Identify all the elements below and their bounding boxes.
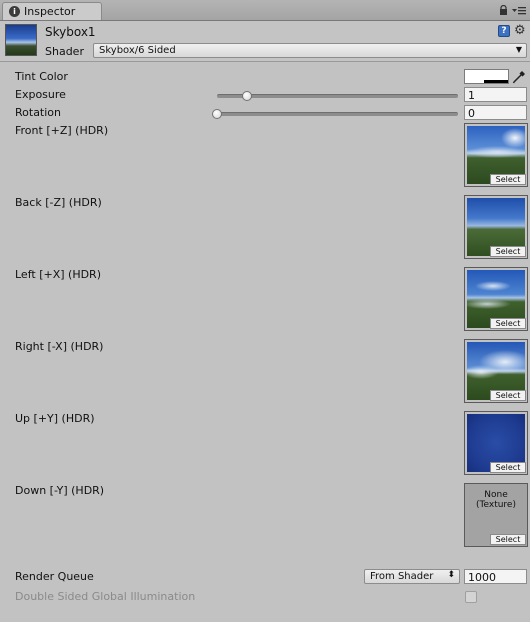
exposure-label: Exposure <box>15 88 66 101</box>
help-book-icon[interactable]: ? <box>498 25 510 37</box>
double-sided-gi-label: Double Sided Global Illumination <box>15 590 196 603</box>
tab-inspector-label: Inspector <box>24 5 76 18</box>
shader-label: Shader <box>45 45 84 58</box>
left-select-button[interactable]: Select <box>490 318 526 329</box>
exposure-value: 1 <box>468 89 475 102</box>
back-texture-slot[interactable]: Select <box>464 195 528 259</box>
exposure-slider-thumb[interactable] <box>242 91 253 101</box>
rotation-slider-thumb[interactable] <box>212 109 222 119</box>
down-texture-label: Down [-Y] (HDR) <box>15 484 105 497</box>
render-queue-mode-value: From Shader <box>370 571 434 582</box>
down-texture-slot[interactable]: None (Texture) Select <box>464 483 528 547</box>
shader-dropdown[interactable]: Skybox/6 Sided ▼ <box>93 43 527 58</box>
asset-name: Skybox1 <box>45 25 96 39</box>
render-queue-value: 1000 <box>468 571 496 584</box>
up-select-button[interactable]: Select <box>490 462 526 473</box>
rotation-value: 0 <box>468 107 475 120</box>
up-texture-slot[interactable]: Select <box>464 411 528 475</box>
eyedropper-icon[interactable] <box>512 69 527 84</box>
rotation-slider-track[interactable] <box>217 112 458 116</box>
exposure-slider-track[interactable] <box>217 94 458 98</box>
none-text-line2: (Texture) <box>476 500 516 510</box>
front-select-button[interactable]: Select <box>490 174 526 185</box>
front-texture-slot[interactable]: Select <box>464 123 528 187</box>
material-preview-thumbnail <box>5 24 37 56</box>
lock-icon[interactable] <box>499 5 508 15</box>
right-texture-slot[interactable]: Select <box>464 339 528 403</box>
up-texture-label: Up [+Y] (HDR) <box>15 412 95 425</box>
down-select-button[interactable]: Select <box>490 534 526 545</box>
dropdown-arrow-icon: ▼ <box>515 45 522 54</box>
left-texture-slot[interactable]: Select <box>464 267 528 331</box>
render-queue-mode-dropdown[interactable]: From Shader ⬍ <box>364 569 460 584</box>
tab-inspector[interactable]: i Inspector <box>2 2 102 20</box>
tint-color-field[interactable] <box>464 69 509 84</box>
back-texture-label: Back [-Z] (HDR) <box>15 196 102 209</box>
none-text-line1: None <box>484 490 508 500</box>
back-select-button[interactable]: Select <box>490 246 526 257</box>
rotation-value-field[interactable]: 0 <box>464 105 527 120</box>
right-texture-label: Right [-X] (HDR) <box>15 340 104 353</box>
updown-arrow-icon: ⬍ <box>447 570 455 580</box>
tint-color-label: Tint Color <box>15 70 68 83</box>
down-texture-none-text: None (Texture) <box>465 490 527 510</box>
gear-icon[interactable]: ⚙ <box>514 24 526 38</box>
front-texture-label: Front [+Z] (HDR) <box>15 124 109 137</box>
left-texture-label: Left [+X] (HDR) <box>15 268 101 281</box>
right-select-button[interactable]: Select <box>490 390 526 401</box>
inspector-tab-bar: i Inspector <box>0 0 530 21</box>
material-header: Skybox1 ? ⚙ Shader Skybox/6 Sided ▼ <box>0 21 530 62</box>
render-queue-value-field[interactable]: 1000 <box>464 569 527 584</box>
render-queue-label: Render Queue <box>15 570 94 583</box>
rotation-label: Rotation <box>15 106 62 119</box>
tab-menu-icon[interactable] <box>512 5 526 15</box>
exposure-value-field[interactable]: 1 <box>464 87 527 102</box>
info-icon: i <box>9 6 20 17</box>
double-sided-gi-checkbox[interactable] <box>465 591 477 603</box>
shader-dropdown-value: Skybox/6 Sided <box>99 45 176 56</box>
color-alpha-fill <box>465 80 485 83</box>
